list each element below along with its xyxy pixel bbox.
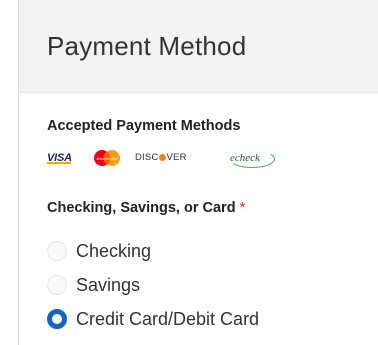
discover-logo-icon: DISC VER: [135, 148, 215, 168]
page-title: Payment Method: [47, 31, 247, 61]
discover-logo-text-end: VER: [166, 152, 187, 163]
panel-header: Payment Method: [19, 0, 378, 93]
payment-type-radio-group: Checking Savings Credit Card/Debit Card: [47, 234, 367, 336]
radio-label-savings[interactable]: Savings: [76, 275, 140, 296]
echeck-logo-icon: echeck: [227, 148, 277, 168]
mastercard-logo-icon: MasterCard: [89, 148, 125, 168]
radio-button-savings[interactable]: [47, 275, 67, 295]
radio-option-checking[interactable]: Checking: [47, 234, 367, 268]
payment-type-label: Checking, Savings, or Card *: [47, 200, 245, 216]
visa-logo-icon: VISA: [47, 148, 83, 168]
required-indicator: *: [239, 200, 246, 216]
discover-logo-text-start: DISC: [135, 152, 159, 163]
radio-label-checking[interactable]: Checking: [76, 241, 151, 262]
radio-option-savings[interactable]: Savings: [47, 268, 367, 302]
payment-type-label-text: Checking, Savings, or Card: [47, 200, 236, 216]
radio-label-credit-debit-card[interactable]: Credit Card/Debit Card: [76, 309, 259, 330]
accepted-payment-methods-label: Accepted Payment Methods: [47, 118, 241, 134]
payment-logos: VISA MasterCard DISC VER echeck: [47, 148, 277, 168]
payment-method-panel: Payment Method Accepted Payment Methods …: [18, 0, 378, 345]
radio-option-credit-debit-card[interactable]: Credit Card/Debit Card: [47, 302, 367, 336]
radio-button-credit-debit-card[interactable]: [47, 309, 67, 329]
radio-button-checking[interactable]: [47, 241, 67, 261]
mastercard-logo-text: MasterCard: [97, 156, 119, 161]
echeck-logo-text: echeck: [230, 152, 260, 164]
